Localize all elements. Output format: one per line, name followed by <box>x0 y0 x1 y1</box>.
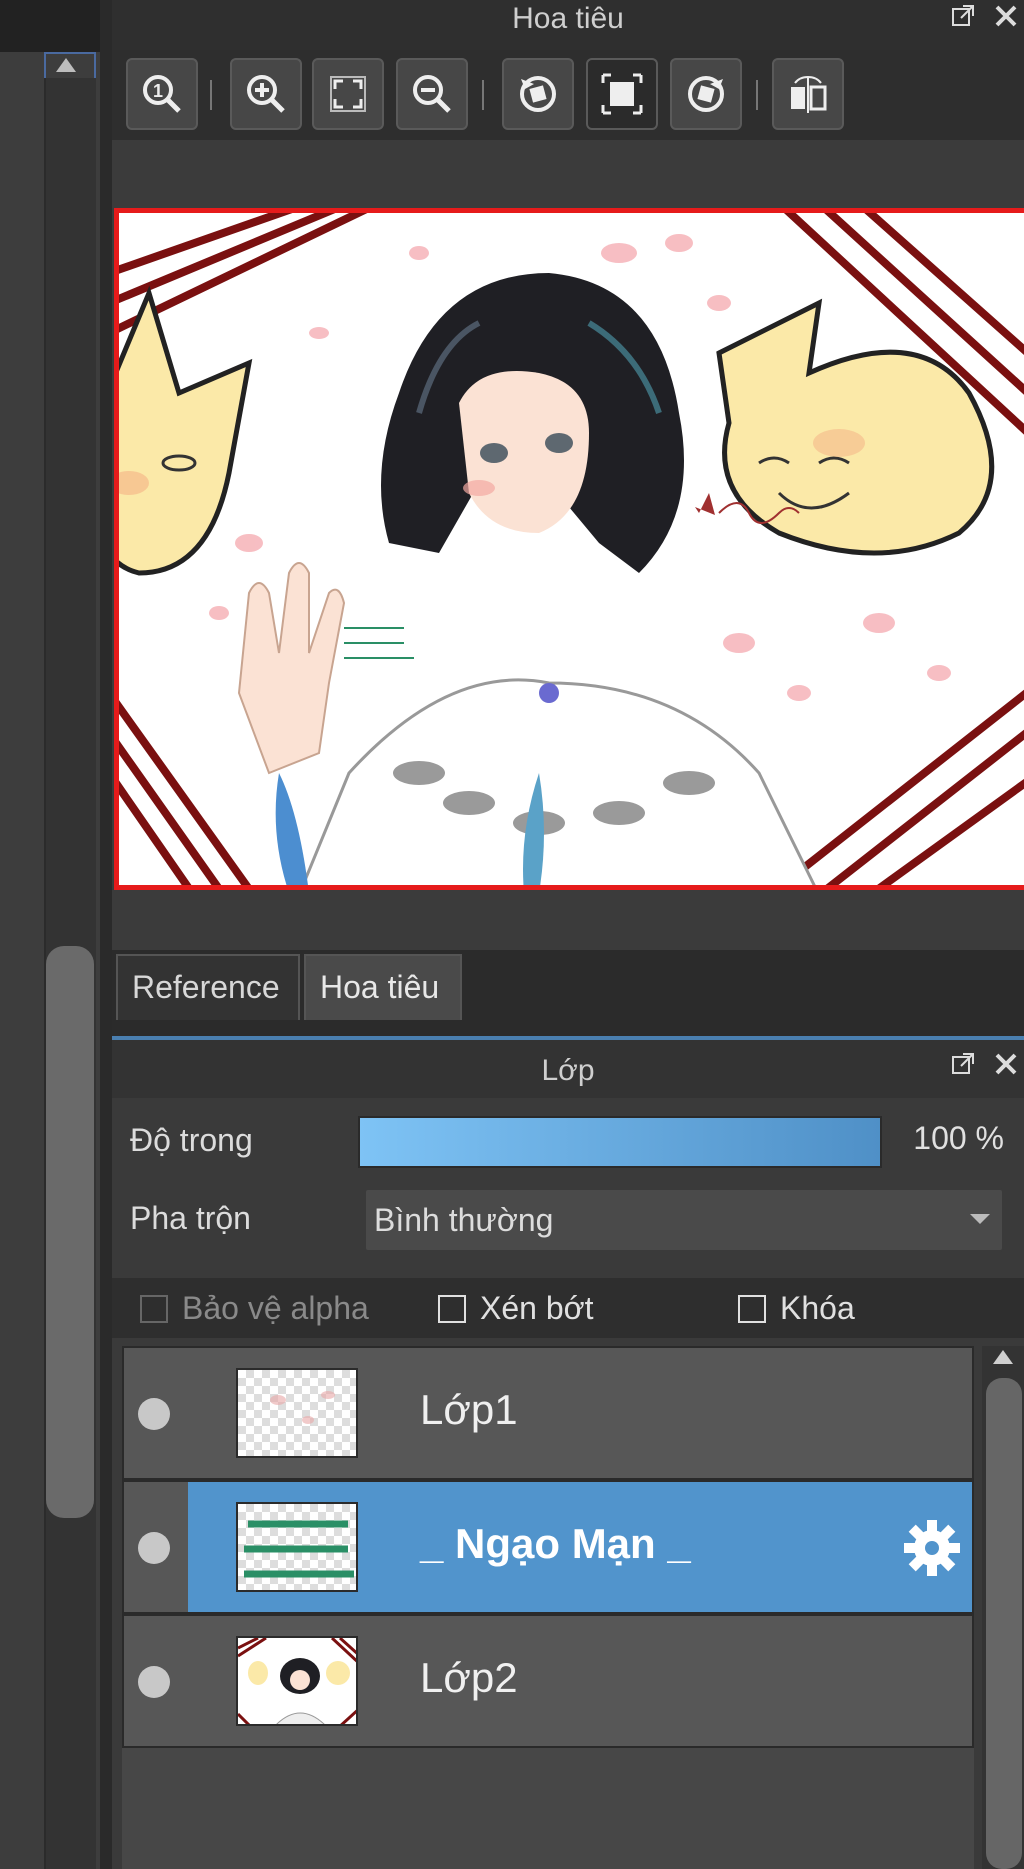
tab-reference-label: Reference <box>132 969 280 1005</box>
left-scrollbar-thumb[interactable] <box>46 946 94 1518</box>
navigator-panel: Hoa tiêu 1 Reference Hoa tiêu <box>112 0 1024 1036</box>
rotate-left-icon <box>520 76 556 112</box>
close-panel-icon[interactable] <box>992 1050 1020 1078</box>
fit-frame-icon <box>601 73 643 115</box>
left-scroll-strip <box>0 0 112 1869</box>
tab-navigator[interactable]: Hoa tiêu <box>304 954 462 1020</box>
visibility-toggle-icon[interactable] <box>138 1666 170 1698</box>
rotate-right-button[interactable] <box>670 58 742 130</box>
layer-thumbnail <box>236 1502 358 1592</box>
layers-title: Lớp <box>541 1054 595 1087</box>
scroll-up-arrow-icon[interactable] <box>993 1350 1013 1364</box>
actual-size-icon: 1 <box>143 75 181 113</box>
checkbox-box <box>438 1294 466 1323</box>
navigator-toolbar: 1 <box>112 50 1024 140</box>
opacity-value: 100 % <box>913 1120 1004 1156</box>
scroll-up-arrow-icon[interactable] <box>56 58 76 72</box>
rotate-right-icon <box>688 76 724 112</box>
close-panel-icon[interactable] <box>992 2 1020 30</box>
zoom-in-icon <box>247 75 285 113</box>
layer-row-ngao-man[interactable]: _ Ngạo Mạn _ <box>122 1480 974 1614</box>
layer-list-scrollbar[interactable] <box>982 1346 1024 1869</box>
layer-thumbnail <box>236 1636 358 1726</box>
layers-panel: Lớp Độ trong 100 % Pha trộn Bình thường … <box>112 1040 1024 1869</box>
visibility-toggle-icon[interactable] <box>138 1532 170 1564</box>
rotate-left-button[interactable] <box>502 58 574 130</box>
layer-list: Lớp1 _ Ngạo Mạn _ Lớp2 <box>122 1346 974 1869</box>
artwork-image <box>119 213 1024 885</box>
blend-label: Pha trộn <box>130 1200 251 1236</box>
flip-horizontal-button[interactable] <box>772 58 844 130</box>
flip-horizontal-icon <box>791 76 827 113</box>
protect-alpha-label: Bảo vệ alpha <box>182 1290 369 1326</box>
navigator-title: Hoa tiêu <box>512 2 624 35</box>
layer-thumbnail <box>236 1368 358 1458</box>
zoom-in-button[interactable] <box>230 58 302 130</box>
toolbar-divider <box>210 80 212 110</box>
checkbox-box <box>738 1294 766 1323</box>
actual-size-button[interactable]: 1 <box>126 58 198 130</box>
layer-options-row: Bảo vệ alpha Xén bớt Khóa <box>112 1278 1024 1338</box>
toolbar-divider <box>482 80 484 110</box>
toolbar-divider <box>756 80 758 110</box>
fit-to-window-button[interactable] <box>312 58 384 130</box>
float-panel-icon[interactable] <box>950 2 978 30</box>
chevron-down-icon <box>970 1214 990 1224</box>
opacity-label: Độ trong <box>130 1122 253 1158</box>
opacity-row: Độ trong 100 % <box>112 1110 1024 1176</box>
lock-checkbox[interactable]: Khóa <box>738 1290 855 1327</box>
visibility-toggle-icon[interactable] <box>138 1398 170 1430</box>
layer-name: Lớp1 <box>420 1386 518 1433</box>
layer-name: _ Ngạo Mạn _ <box>420 1520 691 1567</box>
navigator-preview-area[interactable] <box>112 140 1024 955</box>
left-header <box>0 0 100 52</box>
fit-to-window-icon <box>330 76 366 112</box>
blend-mode-select[interactable]: Bình thường <box>364 1188 1004 1252</box>
blend-mode-value: Bình thường <box>374 1202 554 1238</box>
clip-checkbox[interactable]: Xén bớt <box>438 1290 594 1327</box>
tab-reference[interactable]: Reference <box>116 954 300 1020</box>
protect-alpha-checkbox[interactable]: Bảo vệ alpha <box>140 1290 369 1327</box>
layer-scrollbar-thumb[interactable] <box>986 1378 1022 1869</box>
svg-text:1: 1 <box>153 81 163 101</box>
layer-row-lop1[interactable]: Lớp1 <box>122 1346 974 1480</box>
layer-name: Lớp2 <box>420 1654 518 1701</box>
fit-frame-button[interactable] <box>586 58 658 130</box>
zoom-out-icon <box>413 75 451 113</box>
panel-separator <box>100 0 112 1869</box>
checkbox-box <box>140 1294 168 1323</box>
clip-label: Xén bớt <box>480 1290 594 1326</box>
float-panel-icon[interactable] <box>950 1050 978 1078</box>
layers-title-bar: Lớp <box>112 1040 1024 1098</box>
navigator-tabs: Reference Hoa tiêu <box>112 950 1024 1036</box>
gear-icon[interactable] <box>900 1516 964 1580</box>
artwork-preview[interactable] <box>114 208 1024 890</box>
tab-navigator-label: Hoa tiêu <box>320 969 440 1005</box>
layer-row-lop2[interactable]: Lớp2 <box>122 1614 974 1748</box>
lock-label: Khóa <box>780 1290 855 1326</box>
zoom-out-button[interactable] <box>396 58 468 130</box>
navigator-title-bar: Hoa tiêu <box>112 0 1024 50</box>
opacity-slider[interactable] <box>358 1116 882 1168</box>
blend-row: Pha trộn Bình thường <box>112 1188 1024 1254</box>
